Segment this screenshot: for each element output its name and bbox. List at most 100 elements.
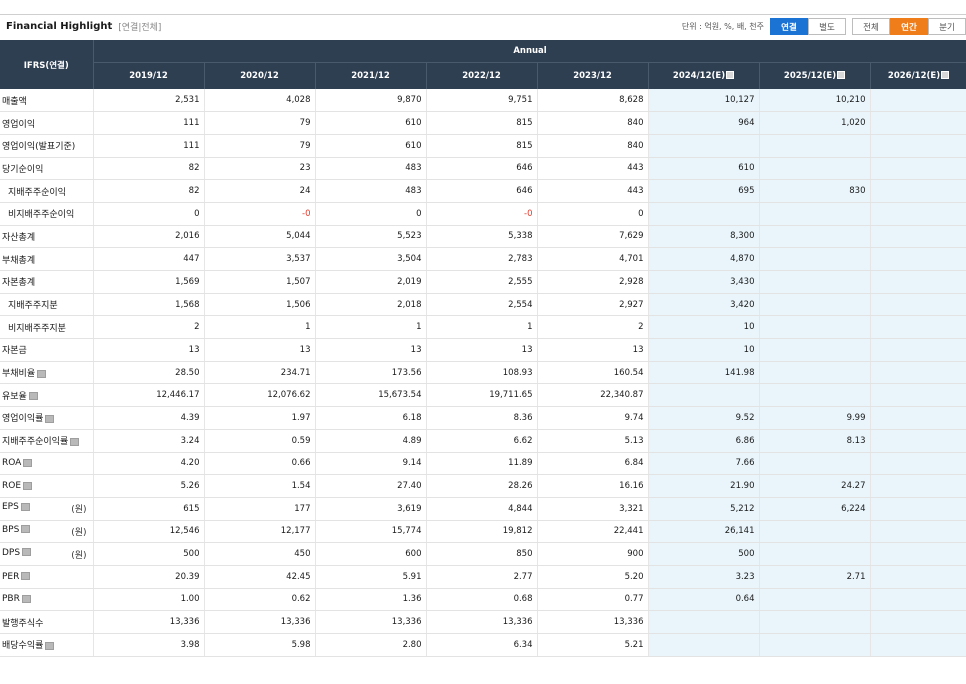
value-cell (870, 497, 966, 521)
row-label-cell: 발행주식수 (0, 610, 94, 634)
estimate-info-icon[interactable] (726, 70, 735, 79)
info-icon[interactable] (28, 392, 38, 401)
value-cell: 6.84 (537, 452, 649, 476)
value-cell: 646 (426, 179, 538, 203)
value-cell: 4.20 (93, 452, 205, 476)
info-icon[interactable] (37, 369, 47, 378)
value-cell (759, 225, 871, 249)
row-label-cell: 비지배주주순이익 (0, 202, 94, 226)
value-cell: 23 (204, 157, 316, 181)
value-cell: 4,870 (648, 247, 760, 271)
value-cell: 111 (93, 134, 205, 158)
value-cell: 24 (204, 179, 316, 203)
row-label-cell: BPS (원) (0, 520, 94, 544)
value-cell: 1,569 (93, 270, 205, 294)
value-cell: 20.39 (93, 565, 205, 589)
info-icon[interactable] (21, 594, 31, 603)
row-label: DPS (2, 547, 21, 558)
info-icon[interactable] (45, 414, 55, 423)
value-cell: 0.66 (204, 452, 316, 476)
value-cell: 13,336 (93, 610, 205, 634)
row-label-cell: 영업이익률 (0, 406, 94, 430)
info-icon[interactable] (45, 641, 55, 650)
value-cell: 27.40 (315, 474, 427, 498)
row-label-cell: 지배주주지분 (0, 293, 94, 317)
value-cell: 500 (93, 542, 205, 566)
consolidated-button[interactable]: 연결 (770, 18, 808, 35)
value-cell: 173.56 (315, 361, 427, 385)
annual-button[interactable]: 연간 (890, 18, 928, 35)
info-icon[interactable] (21, 572, 31, 581)
value-cell: 695 (648, 179, 760, 203)
table-row: 부채비율 28.50 234.71 173.56 108.93 160.54 141.98 (0, 361, 966, 385)
row-label-cell: 자산총계 (0, 225, 94, 249)
table-row: 당기순이익 82 23 483 646 443 610 (0, 157, 966, 181)
value-cell (870, 406, 966, 430)
row-label: 영업이익 (2, 119, 36, 130)
financial-highlight-table: IFRS(연결) Annual 2019/12 2020/12 2021/12 202… (0, 40, 966, 657)
value-cell: 1.54 (204, 474, 316, 498)
value-cell: 4.89 (315, 429, 427, 453)
row-label: 지배주주순이익률 (2, 437, 69, 448)
value-cell: 28.26 (426, 474, 538, 498)
value-cell: 850 (426, 542, 538, 566)
column-header-label: 2024/12(E) (672, 70, 726, 81)
row-label: BPS (2, 524, 20, 535)
row-label-cell: PER (0, 565, 94, 589)
row-label: 부채총계 (2, 255, 36, 266)
value-cell (870, 89, 966, 113)
column-header-row: 2019/12 2020/12 2021/12 2022/12 2023/12 2024/… (0, 61, 966, 89)
info-icon[interactable] (70, 437, 80, 446)
value-cell (759, 633, 871, 657)
info-icon[interactable] (20, 502, 30, 511)
value-cell: 6.86 (648, 429, 760, 453)
value-cell: 5,338 (426, 225, 538, 249)
value-cell (870, 315, 966, 340)
value-cell: 2,018 (315, 293, 427, 317)
value-cell (870, 247, 966, 271)
value-cell (759, 270, 871, 294)
info-icon[interactable] (21, 525, 31, 534)
value-cell: 160.54 (537, 361, 649, 385)
estimate-info-icon[interactable] (837, 70, 846, 79)
row-label: 비지배주주지분 (8, 323, 66, 334)
row-label-cell: 유보율 (0, 383, 94, 408)
row-label: ROA (2, 458, 22, 469)
value-cell: 6.62 (426, 429, 538, 453)
quarter-button[interactable]: 분기 (928, 18, 966, 35)
estimate-info-icon[interactable] (941, 70, 950, 79)
row-label: EPS (2, 502, 19, 513)
value-cell: 0 (315, 202, 427, 226)
value-cell: 500 (648, 542, 760, 566)
column-header-label: 2022/12 (462, 70, 501, 81)
all-period-button[interactable]: 전체 (852, 18, 890, 35)
separate-button[interactable]: 별도 (808, 18, 846, 35)
value-cell: 19,711.65 (426, 383, 538, 408)
row-label-cell: 배당수익률 (0, 633, 94, 657)
value-cell (870, 633, 966, 657)
column-header-label: 2020/12 (240, 70, 279, 81)
value-cell: 8.36 (426, 406, 538, 430)
column-header: 2025/12(E) (759, 61, 871, 89)
row-label: 영업이익률 (2, 414, 44, 425)
value-cell: 234.71 (204, 361, 316, 385)
value-cell (870, 202, 966, 226)
value-cell: 5,044 (204, 225, 316, 249)
value-cell (759, 542, 871, 566)
value-cell: 0.59 (204, 429, 316, 453)
value-cell: 42.45 (204, 565, 316, 589)
column-header: 2026/12(E) (870, 61, 966, 89)
value-cell (870, 134, 966, 158)
row-label: PER (2, 571, 20, 582)
info-icon[interactable] (23, 481, 33, 490)
info-icon[interactable] (22, 548, 32, 557)
row-label-cell: 지배주주순이익률 (0, 429, 94, 453)
annual-group-header: Annual (93, 40, 966, 62)
value-cell: 10,127 (648, 89, 760, 113)
info-icon[interactable] (23, 458, 33, 467)
value-cell (759, 610, 871, 634)
value-cell (759, 247, 871, 271)
value-cell (870, 542, 966, 566)
row-label-cell: DPS (원) (0, 542, 94, 566)
table-row: 지배주주순이익률 3.24 0.59 4.89 6.62 5.13 6.86 8.13 (0, 429, 966, 453)
